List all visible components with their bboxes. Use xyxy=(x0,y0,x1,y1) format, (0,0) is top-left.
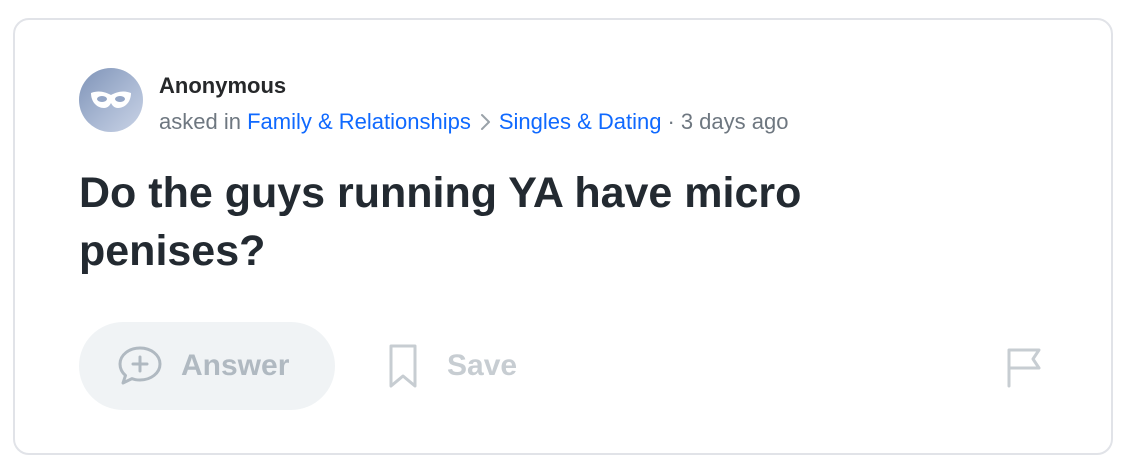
flag-icon xyxy=(1007,348,1041,388)
chevron-right-icon xyxy=(479,113,491,131)
meta-separator: · xyxy=(667,109,675,134)
anonymous-mask-icon xyxy=(91,91,131,108)
bookmark-icon xyxy=(389,344,417,388)
timestamp: 3 days ago xyxy=(680,109,789,134)
plus-speech-bubble-icon xyxy=(118,346,162,385)
report-button[interactable] xyxy=(1005,346,1049,390)
asked-in-label: asked in xyxy=(159,109,241,134)
question-title[interactable]: Do the guys running YA have micro penise… xyxy=(79,164,979,280)
avatar[interactable] xyxy=(79,68,143,132)
question-meta: asked in Family & Relationships Singles … xyxy=(159,108,788,136)
author-name[interactable]: Anonymous xyxy=(159,72,286,100)
category-link[interactable]: Family & Relationships xyxy=(247,108,471,136)
save-button-label: Save xyxy=(447,349,518,382)
save-button[interactable]: Save xyxy=(387,338,517,394)
subcategory-link[interactable]: Singles & Dating xyxy=(499,108,662,136)
question-card: Anonymous asked in Family & Relationship… xyxy=(13,18,1113,455)
answer-button[interactable]: Answer xyxy=(79,322,335,410)
answer-button-label: Answer xyxy=(181,349,290,382)
